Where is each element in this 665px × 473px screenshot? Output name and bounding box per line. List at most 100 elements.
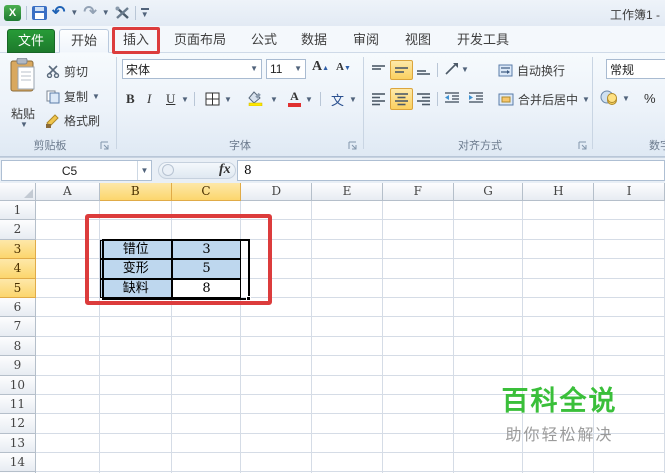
row-header-10[interactable]: 10: [0, 375, 36, 395]
font-size-select[interactable]: 11 ▼: [266, 59, 306, 79]
column-header-c[interactable]: C: [171, 183, 242, 201]
cell-h4[interactable]: [523, 259, 595, 279]
cell-d7[interactable]: [241, 317, 313, 337]
column-header-a[interactable]: A: [35, 183, 100, 201]
copy-button[interactable]: 复制 ▼: [46, 88, 100, 105]
cell-d13[interactable]: [241, 433, 313, 454]
cell-g7[interactable]: [453, 317, 524, 337]
cell-c14[interactable]: [171, 453, 242, 473]
row-header-1[interactable]: 1: [0, 201, 36, 221]
tab-developer[interactable]: 开发工具: [447, 29, 519, 53]
cell-c8[interactable]: [171, 336, 242, 357]
cell-h3[interactable]: [523, 239, 595, 260]
cell-e14[interactable]: [312, 453, 383, 473]
cell-e8[interactable]: [312, 336, 383, 357]
cell-f4[interactable]: [382, 259, 454, 279]
cell-i5[interactable]: [594, 278, 665, 298]
font-color-dropdown-icon[interactable]: ▼: [305, 96, 313, 104]
cell-g2[interactable]: [453, 220, 524, 240]
cell-b9[interactable]: [99, 356, 172, 376]
row-header-13[interactable]: 13: [0, 433, 36, 454]
cell-h2[interactable]: [523, 220, 595, 240]
tab-view[interactable]: 视图: [395, 29, 441, 53]
row-header-11[interactable]: 11: [0, 394, 36, 415]
cell-i1[interactable]: [594, 201, 665, 221]
bold-button[interactable]: B: [126, 91, 135, 107]
cell-i9[interactable]: [594, 356, 665, 376]
tab-file[interactable]: 文件: [7, 29, 55, 53]
row-header-6[interactable]: 6: [0, 297, 36, 318]
phonetic-dropdown-icon[interactable]: ▼: [349, 96, 357, 104]
tab-page-layout[interactable]: 页面布局: [163, 29, 237, 53]
cell-e11[interactable]: [312, 394, 383, 415]
row-header-7[interactable]: 7: [0, 317, 36, 337]
cell-h9[interactable]: [523, 356, 595, 376]
align-middle-icon[interactable]: [390, 60, 413, 80]
column-header-e[interactable]: E: [312, 183, 383, 201]
cell-e5[interactable]: [312, 278, 383, 298]
tab-home[interactable]: 开始: [59, 29, 109, 53]
cell-f2[interactable]: [382, 220, 454, 240]
cell-f7[interactable]: [382, 317, 454, 337]
cell-c10[interactable]: [171, 375, 242, 395]
alignment-dialog-launcher-icon[interactable]: [578, 141, 588, 151]
cell-d10[interactable]: [241, 375, 313, 395]
name-box[interactable]: C5 ▼: [1, 160, 152, 181]
underline-button[interactable]: U: [166, 91, 175, 107]
excel-logo-icon[interactable]: X: [4, 5, 21, 21]
cell-e9[interactable]: [312, 356, 383, 376]
accounting-format-icon[interactable]: [600, 90, 618, 106]
copy-dropdown-icon[interactable]: ▼: [92, 92, 100, 101]
orientation-icon[interactable]: [444, 62, 459, 76]
cell-e3[interactable]: [312, 239, 383, 260]
cut-button[interactable]: 剪切: [46, 63, 88, 80]
cell-f9[interactable]: [382, 356, 454, 376]
column-header-g[interactable]: G: [453, 183, 524, 201]
decrease-font-size-button[interactable]: A▼: [336, 61, 351, 73]
cell-d8[interactable]: [241, 336, 313, 357]
align-left-icon[interactable]: [369, 90, 388, 108]
cell-a7[interactable]: [35, 317, 100, 337]
align-center-icon[interactable]: [390, 88, 413, 110]
cell-g14[interactable]: [453, 453, 524, 473]
borders-icon[interactable]: [205, 92, 220, 106]
row-header-3[interactable]: 3: [0, 239, 36, 260]
row-header-4[interactable]: 4: [0, 259, 36, 279]
column-header-h[interactable]: H: [523, 183, 595, 201]
cell-b13[interactable]: [99, 433, 172, 454]
cell-b11[interactable]: [99, 394, 172, 415]
increase-font-size-button[interactable]: A▲: [312, 59, 329, 75]
cell-g5[interactable]: [453, 278, 524, 298]
column-header-d[interactable]: D: [241, 183, 313, 201]
row-header-8[interactable]: 8: [0, 336, 36, 357]
cell-f11[interactable]: [382, 394, 454, 415]
customize-toolbar-icon[interactable]: [115, 6, 130, 20]
cell-h1[interactable]: [523, 201, 595, 221]
cell-d12[interactable]: [241, 414, 313, 434]
cell-h8[interactable]: [523, 336, 595, 357]
cell-g3[interactable]: [453, 239, 524, 260]
cell-f10[interactable]: [382, 375, 454, 395]
cell-b14[interactable]: [99, 453, 172, 473]
cell-e2[interactable]: [312, 220, 383, 240]
font-color-icon[interactable]: A: [288, 90, 301, 107]
cell-e7[interactable]: [312, 317, 383, 337]
cell-g8[interactable]: [453, 336, 524, 357]
column-header-f[interactable]: F: [382, 183, 454, 201]
increase-indent-icon[interactable]: [468, 91, 484, 104]
cell-f8[interactable]: [382, 336, 454, 357]
cell-a12[interactable]: [35, 414, 100, 434]
cell-f6[interactable]: [382, 297, 454, 318]
paste-icon[interactable]: [10, 58, 38, 94]
cell-i7[interactable]: [594, 317, 665, 337]
format-painter-button[interactable]: 格式刷: [46, 112, 100, 129]
undo-dropdown-icon[interactable]: ▼: [70, 9, 78, 17]
cell-c7[interactable]: [171, 317, 242, 337]
cell-g1[interactable]: [453, 201, 524, 221]
paste-dropdown-icon[interactable]: ▼: [20, 121, 28, 129]
cell-e6[interactable]: [312, 297, 383, 318]
cell-i6[interactable]: [594, 297, 665, 318]
column-header-i[interactable]: I: [594, 183, 665, 201]
cell-b10[interactable]: [99, 375, 172, 395]
insert-function-button[interactable]: fx: [219, 162, 231, 178]
